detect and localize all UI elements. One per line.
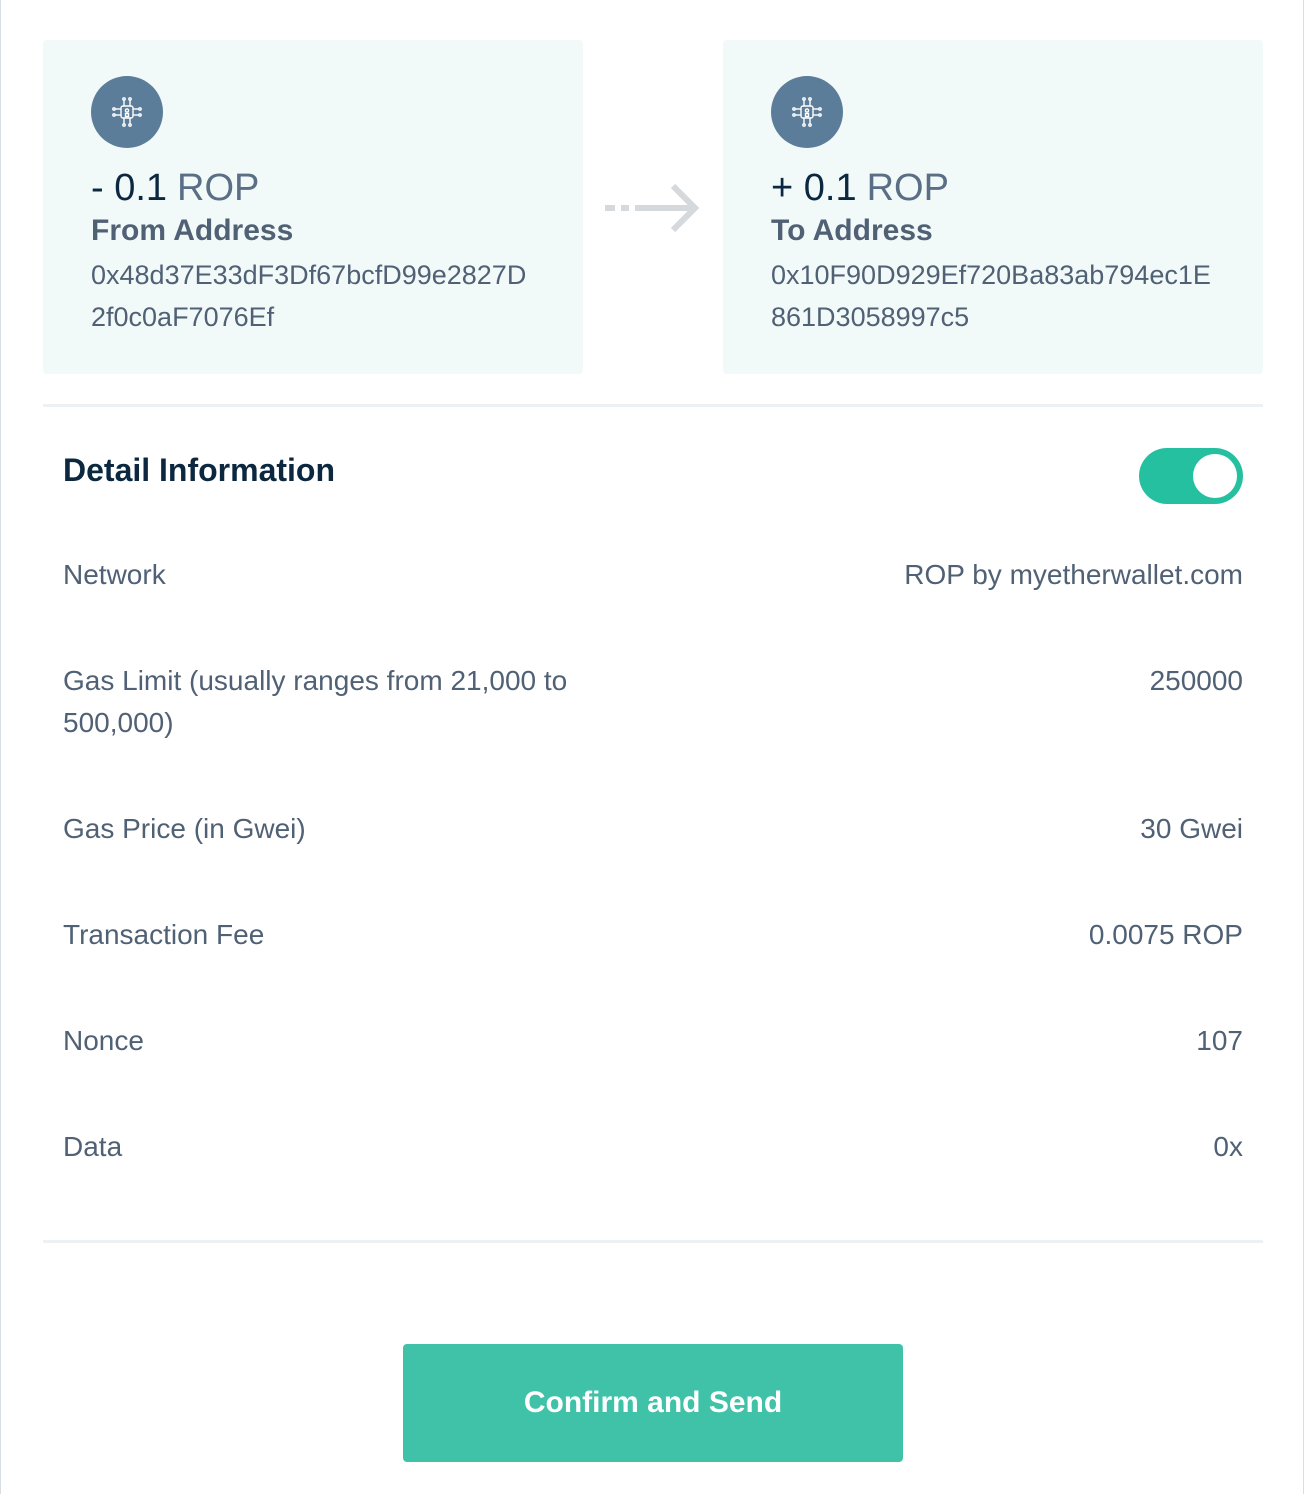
detail-value: ROP by myetherwallet.com — [904, 559, 1243, 590]
detail-label: Gas Price (in Gwei) — [63, 813, 306, 844]
blockchain-chip-icon — [792, 97, 822, 127]
from-address-label: From Address — [91, 214, 294, 247]
divider-bottom — [43, 1240, 1263, 1243]
confirm-and-send-button[interactable]: Confirm and Send — [403, 1344, 903, 1462]
detail-label: Transaction Fee — [63, 919, 265, 950]
from-address-card: - 0.1 ROP From Address 0x48d37E33dF3Df67b… — [43, 40, 583, 374]
detail-value: 250000 — [1149, 665, 1243, 696]
from-currency: ROP — [177, 167, 260, 209]
detail-information-title: Detail Information — [63, 452, 336, 488]
toggle-knob — [1193, 454, 1237, 498]
to-currency: ROP — [866, 167, 949, 209]
detail-label: Nonce — [63, 1025, 144, 1056]
confirmation-modal: - 0.1 ROP From Address 0x48d37E33dF3Df67b… — [0, 0, 1304, 1494]
from-address-value: 0x48d37E33dF3Df67bcfD99e2827D2f0c0aF7076… — [91, 260, 527, 332]
divider-top — [43, 404, 1263, 407]
to-avatar — [771, 76, 843, 148]
to-amount: + 0.1 ROP — [771, 166, 949, 210]
to-address-label: To Address — [771, 214, 933, 247]
detail-label: Network — [63, 559, 166, 590]
detail-information-toggle[interactable] — [1139, 448, 1243, 504]
detail-value: 30 Gwei — [1140, 813, 1243, 844]
detail-value: 107 — [1196, 1025, 1243, 1056]
from-amount-value: - 0.1 — [91, 167, 168, 209]
from-amount: - 0.1 ROP — [91, 166, 259, 210]
detail-label: Data — [63, 1131, 123, 1162]
detail-value: 0.0075 ROP — [1088, 919, 1243, 950]
blockchain-chip-icon — [112, 97, 142, 127]
to-address-value: 0x10F90D929Ef720Ba83ab794ec1E861D3058997… — [771, 260, 1211, 332]
detail-label: Gas Limit (usually ranges from 21,000 to… — [63, 665, 568, 738]
to-address-card: + 0.1 ROP To Address 0x10F90D929Ef720Ba83… — [723, 40, 1263, 374]
detail-value: 0x — [1213, 1131, 1243, 1162]
to-amount-value: + 0.1 — [771, 167, 857, 209]
from-avatar — [91, 76, 163, 148]
right-arrow-icon — [605, 183, 700, 233]
